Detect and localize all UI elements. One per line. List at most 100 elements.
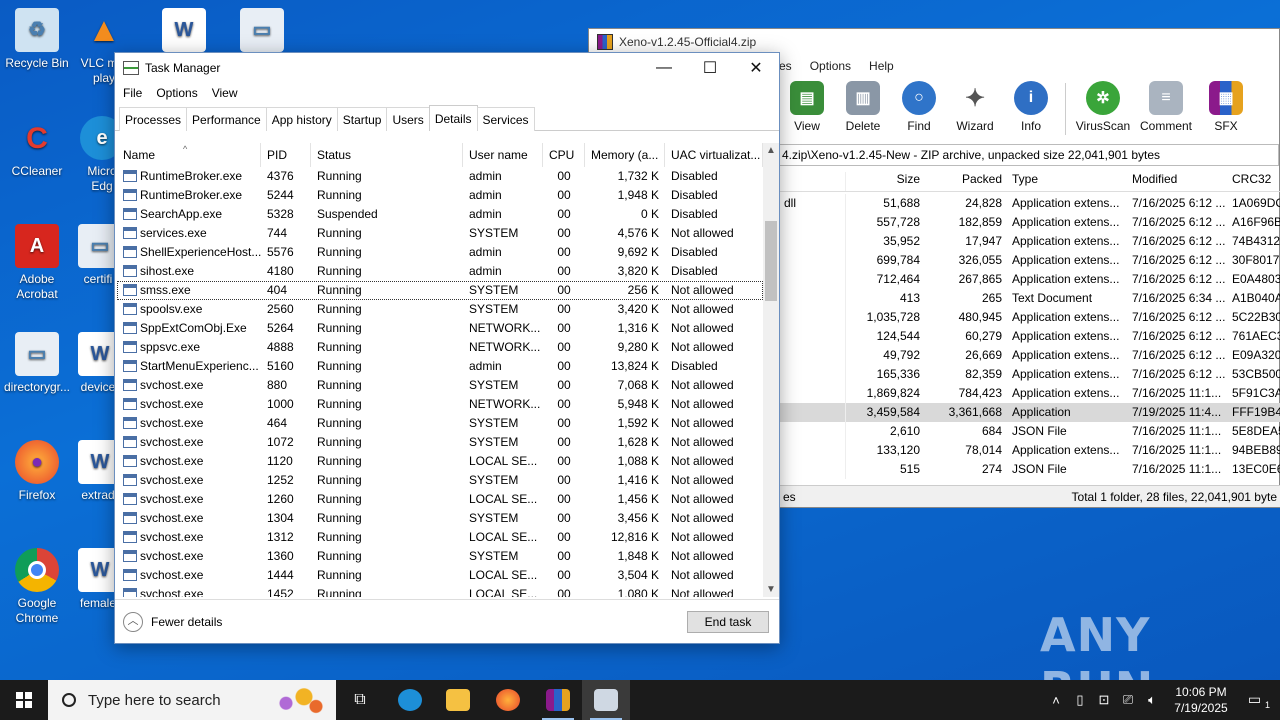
archive-row[interactable]: 699,784 326,055 Application extens... 7/16/… [779,251,1280,270]
delete-button[interactable]: ▥ Delete [835,79,891,139]
column-pid[interactable]: PID [261,143,311,167]
maximize-button[interactable]: ☐ [687,53,733,83]
menu-file[interactable]: File [123,86,142,100]
desktop-icon-adobe-acrobat[interactable]: A Adobe Acrobat [1,224,73,302]
desktop-icon-ccleaner[interactable]: C CCleaner [1,116,73,179]
find-button[interactable]: ○ Find [891,79,947,139]
task-view-button[interactable]: ⧉ [336,680,384,720]
notification-center-button[interactable]: ▭ 1 [1238,691,1280,710]
process-row[interactable]: svchost.exe 1120 Running LOCAL SE... 00 1,088… [117,452,763,471]
tab-app-history[interactable]: App history [265,107,338,131]
taskbar-search-box[interactable]: Type here to search [48,680,336,720]
task-manager-window[interactable]: Task Manager — ☐ ✕ File Options View Pro… [114,52,780,644]
taskbar-task-manager[interactable] [582,680,630,720]
close-button[interactable]: ✕ [733,53,779,83]
process-row[interactable]: SppExtComObj.Exe 5264 Running NETWORK... 00 1… [117,319,763,338]
archive-row[interactable]: 35,952 17,947 Application extens... 7/16/20… [779,232,1280,251]
archive-row[interactable]: 712,464 267,865 Application extens... 7/16/… [779,270,1280,289]
wizard-button[interactable]: ✦ Wizard [947,79,1003,139]
process-row[interactable]: svchost.exe 880 Running SYSTEM 00 7,068 K Not … [117,376,763,395]
process-row[interactable]: svchost.exe 1260 Running LOCAL SE... 00 1,456… [117,490,763,509]
column-type[interactable]: Type [1007,172,1127,191]
column-user-name[interactable]: User name [463,143,543,167]
archive-row[interactable]: 3,459,584 3,361,668 Application 7/19/2025 1… [779,403,1280,422]
process-row[interactable]: svchost.exe 1452 Running LOCAL SE... 00 1,080… [117,585,763,597]
process-row[interactable]: smss.exe 404 Running SYSTEM 00 256 K Not allow… [117,281,763,300]
column-size[interactable]: Size [845,172,925,191]
winrar-menu-options[interactable]: Options [810,59,851,73]
desktop-icon-image[interactable]: ▭ [226,8,298,56]
column-crc32[interactable]: CRC32 [1227,172,1280,191]
info-button[interactable]: i Info [1003,79,1059,139]
process-row[interactable]: RuntimeBroker.exe 5244 Running admin 00 1,948… [117,186,763,205]
winrar-menu-help[interactable]: Help [869,59,894,73]
archive-row[interactable]: 413 265 Text Document 7/16/2025 6:34 ... A1B… [779,289,1280,308]
column-uac-virtualization[interactable]: UAC virtualizat... [665,143,763,167]
scroll-up-icon[interactable]: ▲ [763,145,779,156]
process-row[interactable]: RuntimeBroker.exe 4376 Running admin 00 1,732… [117,167,763,186]
task-manager-title-bar[interactable]: Task Manager — ☐ ✕ [115,53,779,83]
taskbar-firefox[interactable] [484,680,532,720]
vertical-scrollbar[interactable]: ▲ ▼ [763,143,779,597]
desktop-icon-female[interactable]: W female [78,548,118,611]
column-name[interactable]: ^ Name [117,143,261,167]
taskbar-edge[interactable] [386,680,434,720]
process-row[interactable]: SearchApp.exe 5328 Suspended admin 00 0 K Disa… [117,205,763,224]
archive-row[interactable]: 124,544 60,279 Application extens... 7/16/2… [779,327,1280,346]
process-row[interactable]: svchost.exe 1304 Running SYSTEM 00 3,456 K Not… [117,509,763,528]
column-status[interactable]: Status [311,143,463,167]
tab-users[interactable]: Users [386,107,430,131]
fewer-details-button[interactable]: ︿ Fewer details [123,612,222,632]
process-row[interactable]: ShellExperienceHost.... 5576 Running admin 0… [117,243,763,262]
chevron-up-icon[interactable]: ˄ [1044,693,1068,708]
tab-services[interactable]: Services [476,107,535,131]
process-row[interactable]: svchost.exe 1444 Running LOCAL SE... 00 3,504… [117,566,763,585]
archive-row[interactable]: 133,120 78,014 Application extens... 7/16/2… [779,441,1280,460]
taskbar-winrar[interactable] [534,680,582,720]
scroll-down-icon[interactable]: ▼ [763,584,779,595]
process-row[interactable]: svchost.exe 1000 Running NETWORK... 00 5,948 … [117,395,763,414]
column-packed[interactable]: Packed [925,172,1007,191]
tab-performance[interactable]: Performance [186,107,267,131]
process-row[interactable]: StartMenuExperienc... 5160 Running admin 00 1… [117,357,763,376]
desktop-icon-device[interactable]: W device [78,332,118,395]
archive-row[interactable]: dll 51,688 24,828 Application extens... 7/16… [779,194,1280,213]
desktop-icon-certifi[interactable]: ▭ certifi [78,224,118,287]
process-row[interactable]: sppsvc.exe 4888 Running NETWORK... 00 9,280 K… [117,338,763,357]
taskbar-file-explorer[interactable] [434,680,482,720]
process-row[interactable]: svchost.exe 464 Running SYSTEM 00 1,592 K Not … [117,414,763,433]
column-modified[interactable]: Modified [1127,172,1227,191]
process-row[interactable]: spoolsv.exe 2560 Running SYSTEM 00 3,420 K Not… [117,300,763,319]
scrollbar-thumb[interactable] [765,221,777,301]
network-icon[interactable]: ⊡ [1092,692,1116,708]
volume-icon[interactable]: 🔈︎ [1140,692,1164,708]
process-row[interactable]: svchost.exe 1072 Running SYSTEM 00 1,628 K Not… [117,433,763,452]
archive-row[interactable]: 165,336 82,359 Application extens... 7/16/2… [779,365,1280,384]
desktop-icon-directorygr[interactable]: ▭ directorygr... [1,332,73,395]
archive-row[interactable]: 2,610 684 JSON File 7/16/2025 11:1... 5E8DEA… [779,422,1280,441]
menu-view[interactable]: View [212,86,238,100]
tab-processes[interactable]: Processes [119,107,188,131]
process-row[interactable]: services.exe 744 Running SYSTEM 00 4,576 K Not… [117,224,763,243]
archive-row[interactable]: 1,035,728 480,945 Application extens... 7/1… [779,308,1280,327]
archive-row[interactable]: 49,792 26,669 Application extens... 7/16/20… [779,346,1280,365]
minimize-button[interactable]: — [641,53,687,83]
winrar-menu-item[interactable]: es [779,59,792,73]
tab-details[interactable]: Details [428,105,478,131]
archive-row[interactable]: 515 274 JSON File 7/16/2025 11:1... 13EC0E6 [779,460,1280,479]
desktop-icon-google-chrome[interactable]: Google Chrome [1,548,73,626]
process-row[interactable]: svchost.exe 1360 Running SYSTEM 00 1,848 K Not… [117,547,763,566]
clock[interactable]: 10:06 PM 7/19/2025 [1164,684,1238,716]
virusscan-button[interactable]: ✲ VirusScan [1072,79,1134,139]
comment-button[interactable]: ≡ Comment [1134,79,1198,139]
process-row[interactable]: svchost.exe 1312 Running LOCAL SE... 00 12,81… [117,528,763,547]
tablet-icon[interactable]: ▯ [1068,692,1092,708]
start-button[interactable] [0,680,48,720]
tab-startup[interactable]: Startup [336,107,388,131]
sfx-button[interactable]: ▦ SFX [1198,79,1254,139]
column-memory[interactable]: Memory (a... [585,143,665,167]
desktop-icon-firefox[interactable]: ● Firefox [1,440,73,503]
archive-row[interactable]: 557,728 182,859 Application extens... 7/16/… [779,213,1280,232]
desktop-icon-word-doc[interactable]: W [148,8,220,56]
view-button[interactable]: ▤ View [779,79,835,139]
